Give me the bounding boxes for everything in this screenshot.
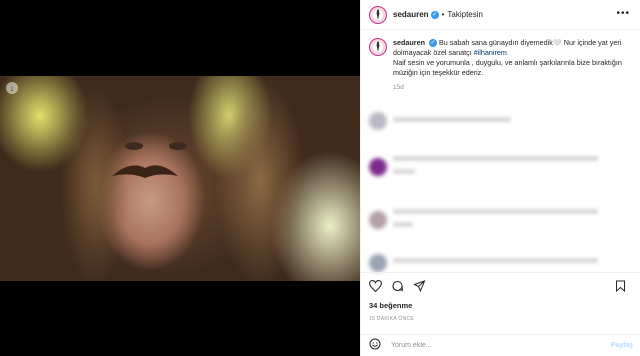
emoji-icon[interactable] — [369, 337, 381, 355]
comment-3 — [369, 205, 598, 235]
comment-line — [393, 116, 511, 122]
photo-detail — [215, 76, 305, 281]
comment-4 — [369, 254, 598, 272]
comment-body — [393, 256, 598, 271]
verified-badge-icon: ✓ — [430, 10, 439, 19]
photo-detail — [112, 165, 178, 178]
comment-line — [393, 222, 413, 227]
post-media: ↓ — [0, 0, 360, 356]
comment-body — [393, 205, 598, 235]
comment-2 — [369, 152, 598, 182]
post-comment-button[interactable]: Paylaş — [611, 342, 633, 349]
caption-username[interactable]: sedauren — [393, 38, 425, 47]
avatar[interactable] — [369, 112, 387, 130]
caption-line2: Naif sesin ve yorumunla , duygulu, ve an… — [393, 58, 622, 77]
avatar[interactable] — [369, 38, 387, 56]
avatar[interactable] — [369, 254, 387, 272]
likes-count[interactable]: 34 beğenme — [369, 301, 412, 310]
caption: sedauren ✓ Bu sabah sana günaydın diyeme… — [361, 30, 640, 78]
hashtag-link[interactable]: #ilhanirem — [474, 48, 507, 57]
more-options-icon[interactable]: ••• — [616, 8, 630, 19]
avatar[interactable] — [369, 211, 387, 229]
post-header: sedauren ✓ • Takiptesin ••• — [361, 0, 640, 30]
bookmark-icon[interactable] — [615, 279, 626, 297]
post-photo[interactable] — [0, 76, 360, 281]
comment-body — [393, 113, 511, 130]
profile-figure-icon — [376, 9, 380, 20]
comment-line — [393, 257, 598, 263]
avatar[interactable] — [369, 158, 387, 176]
comment-input[interactable] — [391, 342, 591, 349]
comment-composer: Paylaş — [361, 334, 640, 356]
post-timestamp: 15 DAKİKA ÖNCE — [369, 316, 415, 322]
username[interactable]: sedauren — [393, 10, 429, 19]
comment-line — [393, 169, 415, 174]
caption-line1: Bu sabah sana günaydın diyemedik🤍 Nur iç… — [393, 38, 622, 57]
follow-status[interactable]: Takiptesin — [447, 10, 483, 19]
post-side-panel: sedauren ✓ • Takiptesin ••• sedauren ✓ B… — [360, 0, 640, 356]
verified-badge-icon: ✓ — [428, 39, 437, 48]
profile-figure-icon — [376, 41, 380, 52]
avatar[interactable] — [369, 5, 387, 24]
instagram-post-modal: ↓ sedauren ✓ • Takiptesin ••• sedauren ✓… — [0, 0, 640, 356]
share-icon[interactable] — [413, 279, 426, 297]
caption-age: 15d — [393, 84, 404, 91]
download-icon[interactable]: ↓ — [6, 82, 18, 94]
comment-body — [393, 152, 598, 182]
comment-line — [393, 156, 598, 161]
action-bar — [361, 272, 640, 296]
comment-icon[interactable] — [391, 279, 404, 297]
photo-detail — [125, 142, 187, 150]
separator: • — [441, 10, 445, 19]
caption-text: sedauren ✓ Bu sabah sana günaydın diyeme… — [393, 38, 632, 78]
heart-icon[interactable] — [368, 279, 383, 297]
comment-1 — [369, 112, 511, 130]
comment-line — [393, 209, 598, 214]
